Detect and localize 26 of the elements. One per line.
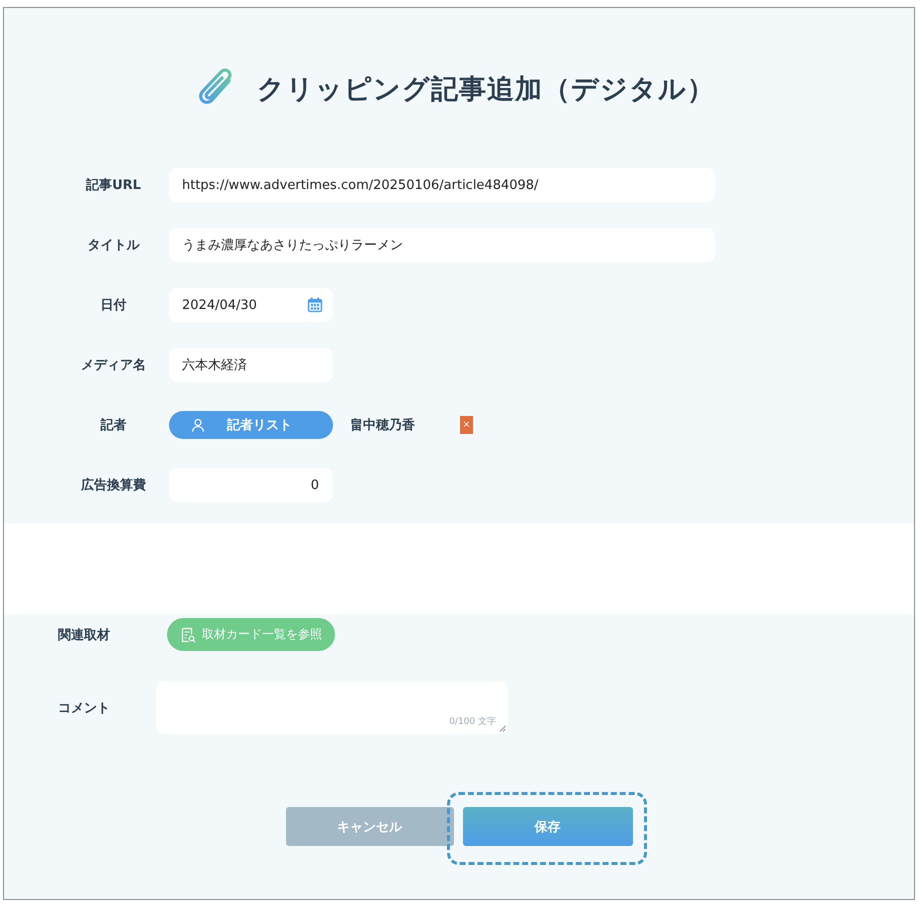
input-field[interactable]: https://www.advertimes.com/20250106/article484098/ bbox=[169, 168, 715, 202]
person-icon bbox=[191, 418, 205, 432]
field-label: タイトル bbox=[86, 237, 141, 254]
character-counter: 0/100 文字 bbox=[449, 716, 496, 728]
input-field[interactable]: 六本木経済 bbox=[169, 348, 333, 382]
resize-handle-icon[interactable] bbox=[499, 725, 506, 732]
page-title: クリッピング記事追加（デジタル） bbox=[257, 73, 715, 107]
reporter-list-button[interactable]: 記者リスト bbox=[169, 411, 333, 439]
reporter-name: 畠中穂乃香 bbox=[350, 417, 416, 434]
save-button[interactable]: 保存 bbox=[462, 807, 632, 846]
document-search-icon bbox=[180, 626, 196, 642]
interview-cards-button[interactable]: 取材カード一覧を参照 bbox=[167, 618, 335, 651]
cancel-button[interactable]: キャンセル bbox=[286, 807, 454, 846]
field-label: コメント bbox=[58, 700, 111, 716]
remove-button[interactable]: × bbox=[460, 416, 473, 434]
field-label: 記者 bbox=[100, 417, 128, 434]
field-label: メディア名 bbox=[80, 357, 147, 374]
field-label: 広告換算費 bbox=[80, 476, 147, 494]
comment-field[interactable]: 0/100 文字 bbox=[156, 681, 508, 734]
field-label: 日付 bbox=[100, 297, 128, 314]
field-label: 記事URL bbox=[85, 177, 142, 194]
input-field[interactable]: 0 bbox=[169, 468, 333, 502]
date-field[interactable]: 2024/04/30 bbox=[169, 288, 333, 322]
input-field[interactable]: うまみ濃厚なあさりたっぷりラーメン bbox=[169, 228, 715, 262]
field-label: 関連取材 bbox=[58, 626, 111, 644]
calendar-icon[interactable] bbox=[307, 297, 323, 313]
